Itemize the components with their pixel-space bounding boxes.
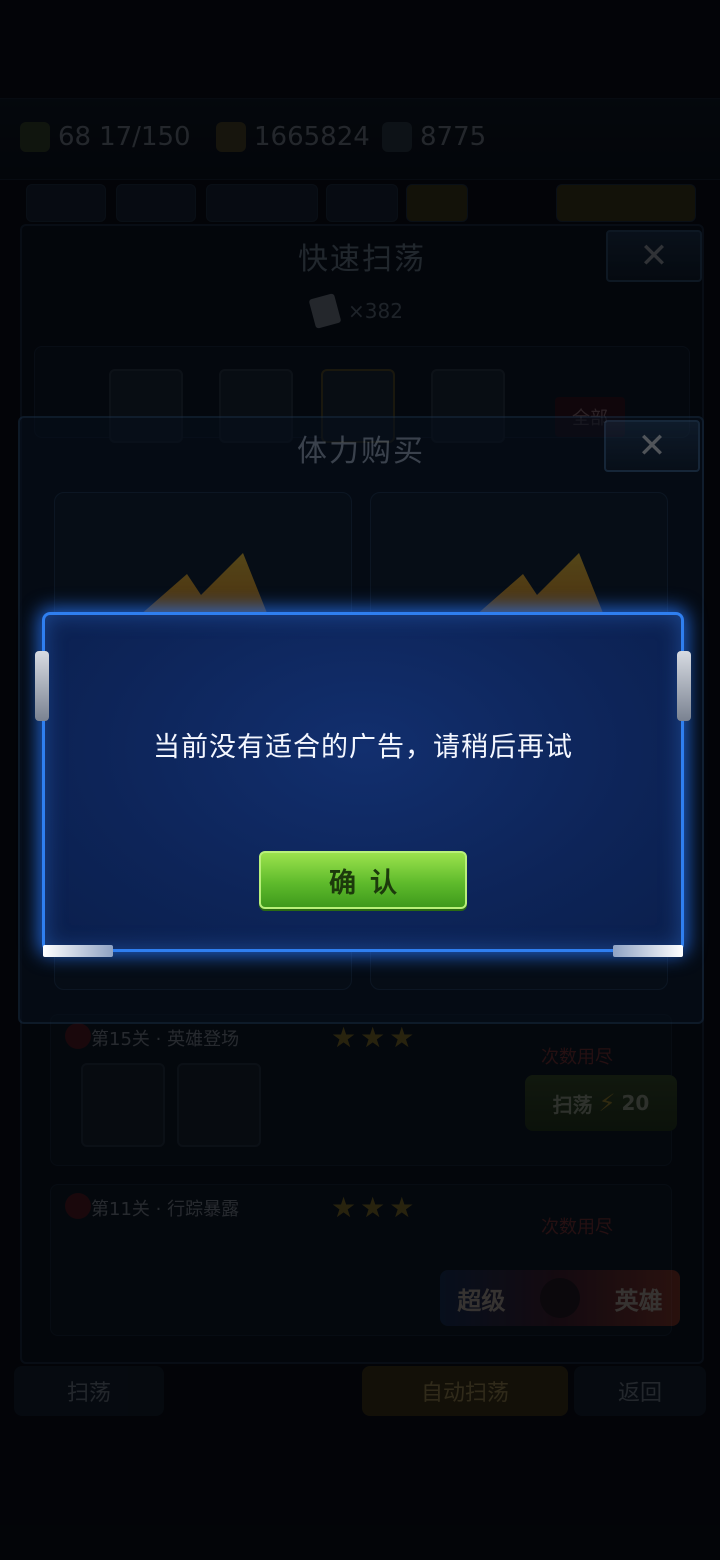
- frame-corner-left: [43, 945, 113, 957]
- confirm-button[interactable]: 确认: [259, 851, 467, 909]
- frame-corner-right: [613, 945, 683, 957]
- notice-dialog: 当前没有适合的广告，请稍后再试 确认: [35, 612, 691, 957]
- dialog-message: 当前没有适合的广告，请稍后再试: [153, 732, 573, 763]
- frame-cap-right: [677, 651, 691, 721]
- frame-cap-left: [35, 651, 49, 721]
